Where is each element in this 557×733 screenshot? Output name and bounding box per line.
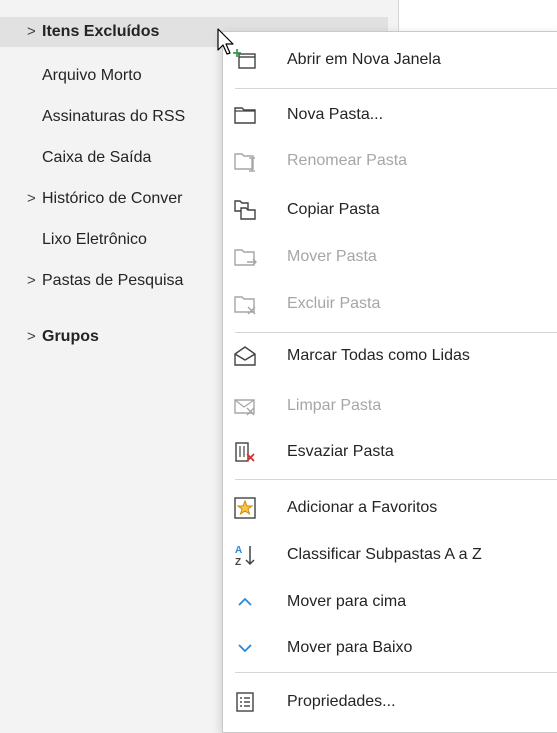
chevron-right-icon[interactable]: > [27, 266, 36, 296]
menu-item-label: Esvaziar Pasta [287, 443, 394, 460]
menu-item-label: Marcar Todas como Lidas [287, 347, 470, 364]
menu-item-nova-pasta[interactable]: Nova Pasta... [223, 93, 557, 137]
menu-item-copiar-pasta[interactable]: Copiar Pasta [223, 188, 557, 232]
folder-item-pastas-pesquisa[interactable]: > Pastas de Pesquisa [0, 266, 220, 296]
menu-separator [235, 88, 557, 89]
menu-item-label: Adicionar a Favoritos [287, 499, 438, 516]
folder-item-historico[interactable]: > Histórico de Conver [0, 184, 220, 214]
svg-text:A: A [235, 545, 242, 556]
rename-folder-icon [234, 153, 255, 172]
menu-item-label: Classificar Subpastas A a Z [287, 546, 482, 563]
menu-item-label: Mover Pasta [287, 248, 377, 265]
menu-item-classificar-subpastas[interactable]: A Z Classificar Subpastas A a Z [223, 533, 557, 577]
clean-folder-icon [234, 399, 255, 416]
sort-az-icon: A Z [235, 545, 255, 567]
delete-folder-icon [234, 296, 256, 315]
move-folder-icon [234, 249, 257, 266]
chevron-up-icon [238, 597, 252, 606]
favorite-star-icon [234, 497, 256, 519]
folder-label: Caixa de Saída [42, 149, 152, 166]
menu-item-abrir-nova-janela[interactable]: Abrir em Nova Janela [223, 38, 557, 82]
folder-item-assinaturas-rss[interactable]: Assinaturas do RSS [0, 102, 220, 132]
menu-item-renomear-pasta[interactable]: Renomear Pasta [223, 139, 557, 183]
menu-item-marcar-lidas[interactable]: Marcar Todas como Lidas [223, 334, 557, 378]
menu-item-mover-baixo[interactable]: Mover para Baixo [223, 626, 557, 670]
open-envelope-icon [234, 346, 256, 366]
chevron-right-icon[interactable]: > [27, 184, 36, 214]
menu-separator [235, 479, 557, 480]
folder-label: Histórico de Conver [42, 190, 183, 207]
menu-item-label: Mover para Baixo [287, 639, 413, 656]
menu-item-excluir-pasta[interactable]: Excluir Pasta [223, 282, 557, 326]
menu-item-mover-pasta[interactable]: Mover Pasta [223, 235, 557, 279]
folder-label: Lixo Eletrônico [42, 231, 147, 248]
copy-folder-icon [234, 200, 256, 220]
folder-item-grupos[interactable]: > Grupos [0, 322, 220, 352]
folder-item-lixo-eletronico[interactable]: Lixo Eletrônico [0, 225, 220, 255]
menu-item-label: Limpar Pasta [287, 397, 382, 414]
folder-label: Pastas de Pesquisa [42, 272, 184, 289]
menu-separator [235, 672, 557, 673]
menu-item-label: Renomear Pasta [287, 152, 408, 169]
menu-item-propriedades[interactable]: Propriedades... [223, 680, 557, 724]
menu-item-label: Copiar Pasta [287, 201, 380, 218]
menu-item-esvaziar-pasta[interactable]: Esvaziar Pasta [223, 430, 557, 474]
folder-label: Arquivo Morto [42, 67, 142, 84]
context-menu: Abrir em Nova Janela Nova Pasta... Renom… [222, 31, 557, 733]
empty-trash-icon [235, 442, 255, 462]
menu-separator [235, 332, 557, 333]
chevron-right-icon[interactable]: > [27, 322, 36, 352]
menu-item-label: Abrir em Nova Janela [287, 51, 441, 68]
folder-icon [234, 107, 256, 124]
menu-item-limpar-pasta[interactable]: Limpar Pasta [223, 384, 557, 428]
menu-item-label: Mover para cima [287, 593, 407, 610]
menu-item-label: Propriedades... [287, 693, 396, 710]
menu-item-adicionar-favoritos[interactable]: Adicionar a Favoritos [223, 486, 557, 530]
folder-item-caixa-saida[interactable]: Caixa de Saída [0, 143, 220, 173]
folder-label: Itens Excluídos [42, 23, 160, 40]
svg-text:Z: Z [235, 557, 241, 567]
menu-item-label: Excluir Pasta [287, 295, 381, 312]
folder-item-arquivo-morto[interactable]: Arquivo Morto [0, 61, 220, 91]
menu-item-mover-cima[interactable]: Mover para cima [223, 580, 557, 624]
mouse-cursor-icon [217, 28, 234, 55]
chevron-down-icon [238, 644, 252, 653]
properties-icon [236, 692, 254, 712]
folder-label: Assinaturas do RSS [42, 108, 186, 125]
menu-item-label: Nova Pasta... [287, 106, 384, 123]
folder-label: Grupos [42, 328, 99, 345]
chevron-right-icon[interactable]: > [27, 17, 36, 47]
